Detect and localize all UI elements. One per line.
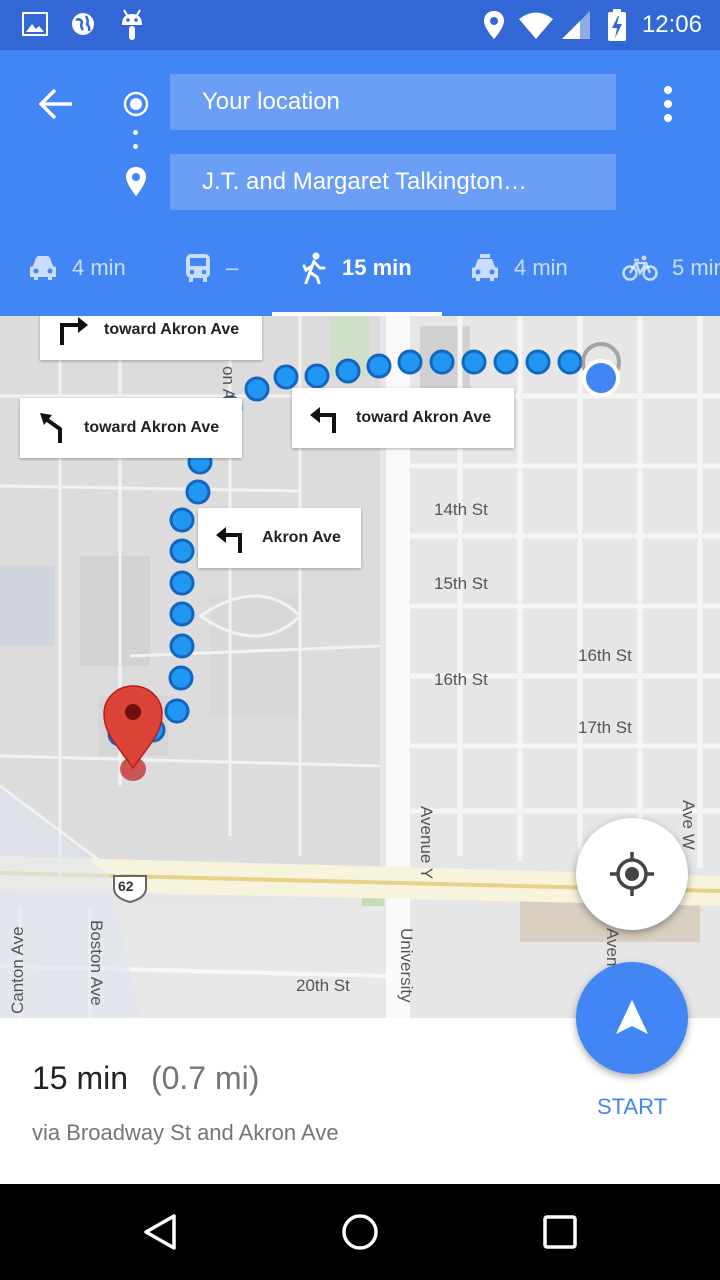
street-label: 15th St: [434, 574, 488, 593]
mode-label: 5 min: [672, 255, 720, 280]
turn-left-arrow-icon: [216, 527, 242, 553]
mode-tab-cycling[interactable]: 5 min: [622, 238, 720, 298]
mode-tab-taxi[interactable]: 4 min: [470, 238, 568, 298]
street-label: 17th St: [578, 718, 632, 737]
street-label: Boston Ave: [87, 920, 106, 1006]
route-dot: [335, 358, 361, 384]
mode-label: 15 min: [342, 255, 412, 280]
origin-input[interactable]: Your location: [170, 74, 616, 130]
route-dot: [366, 353, 392, 379]
mode-label: 4 min: [514, 255, 568, 280]
directions-header: Your location J.T. and Margaret Talkingt…: [0, 50, 720, 316]
street-label: 16th St: [578, 646, 632, 665]
more-options-icon[interactable]: [660, 84, 676, 124]
mode-tab-walking[interactable]: 15 min: [300, 238, 412, 298]
callout-text: toward Akron Ave: [104, 321, 240, 338]
route-dot: [168, 665, 194, 691]
route-dot: [525, 349, 551, 375]
street-label: on A: [219, 366, 238, 401]
turn-slight-left-arrow-icon: [40, 413, 62, 443]
globe-icon: [72, 13, 94, 35]
street-label: Avenue Y: [417, 806, 436, 880]
route-dot: [461, 349, 487, 375]
route-dot: [185, 479, 211, 505]
android-icon: [122, 9, 142, 40]
street-label: University: [397, 928, 416, 1003]
street-label: Aven: [603, 928, 622, 967]
route-dot: [169, 633, 195, 659]
street-label: Canton Ave: [8, 926, 27, 1014]
route-dot: [273, 364, 299, 390]
origin-dot-icon: [123, 91, 149, 117]
location-pin-icon: [484, 11, 504, 39]
turn-right-arrow-icon: [60, 317, 88, 345]
image-icon: [22, 12, 48, 36]
turn-callout[interactable]: Akron Ave: [198, 508, 361, 568]
wifi-icon: [519, 12, 553, 39]
callout-text: toward Akron Ave: [356, 409, 492, 426]
crosshair-icon: [610, 852, 654, 896]
route-dot: [244, 376, 270, 402]
status-bar: 12:06: [0, 0, 720, 50]
turn-callout[interactable]: toward Akron Ave: [292, 388, 514, 448]
start-navigation-button[interactable]: [576, 962, 688, 1074]
battery-charging-icon: [608, 9, 626, 41]
route-dot: [169, 601, 195, 627]
taxi-icon: [472, 254, 498, 281]
turn-callout[interactable]: toward Akron Ave: [20, 398, 242, 458]
start-label[interactable]: START: [588, 1094, 676, 1120]
mode-tab-transit[interactable]: –: [184, 238, 238, 298]
recents-nav-icon[interactable]: [542, 1214, 578, 1250]
navigation-arrow-icon: [616, 1000, 648, 1034]
street-label: 14th St: [434, 500, 488, 519]
home-nav-icon[interactable]: [340, 1212, 380, 1252]
route-dot: [397, 349, 423, 375]
street-label: 16th St: [434, 670, 488, 689]
callout-text: Akron Ave: [262, 529, 341, 546]
back-nav-icon[interactable]: [140, 1212, 180, 1252]
route-connector-dot: [133, 130, 138, 135]
back-arrow-icon[interactable]: [38, 88, 74, 120]
route-dot: [169, 507, 195, 533]
clock: 12:06: [641, 11, 702, 38]
mode-label: 4 min: [72, 255, 126, 280]
car-icon: [30, 256, 56, 280]
mode-label: –: [226, 255, 239, 280]
destination-input[interactable]: J.T. and Margaret Talkington…: [170, 154, 616, 210]
mode-tab-driving[interactable]: 4 min: [28, 238, 126, 298]
route-dot: [429, 349, 455, 375]
turn-callout[interactable]: toward Akron Ave: [40, 316, 262, 360]
destination-pin-icon: [126, 167, 146, 196]
route-dot: [169, 538, 195, 564]
turn-left-arrow-icon: [310, 407, 336, 433]
route-dot: [304, 363, 330, 389]
route-distance: (0.7 mi): [150, 1060, 260, 1096]
route-dot: [164, 698, 190, 724]
highway-shield-label: 62: [118, 878, 134, 894]
route-duration-line: 15 min (0.7 mi): [32, 1060, 259, 1097]
map-view[interactable]: 62 14th St 15th St 16th St 16th St 17th …: [0, 316, 720, 1018]
system-nav-bar: [0, 1184, 720, 1280]
route-dot: [557, 349, 583, 375]
callout-text: toward Akron Ave: [84, 419, 220, 436]
transit-icon: [186, 254, 210, 282]
route-connector-dot: [133, 144, 138, 149]
bike-icon: [622, 255, 658, 281]
my-location-button[interactable]: [576, 818, 688, 930]
walk-icon: [302, 252, 326, 284]
street-label: 20th St: [296, 976, 350, 995]
route-via: via Broadway St and Akron Ave: [32, 1120, 339, 1145]
route-duration: 15 min: [32, 1060, 129, 1096]
street-label: Ave W: [679, 800, 698, 850]
cell-signal-icon: [562, 11, 590, 39]
route-dot: [169, 570, 195, 596]
route-dot: [493, 349, 519, 375]
